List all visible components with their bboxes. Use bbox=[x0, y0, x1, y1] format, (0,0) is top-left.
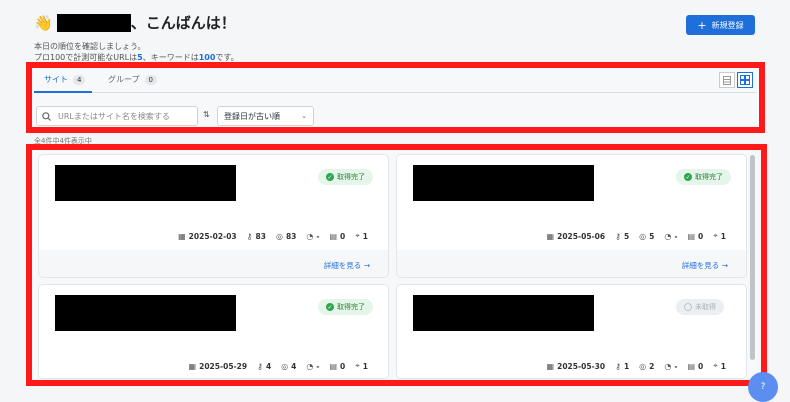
intro-line-1: 本日の順位を確認しましょう。 bbox=[34, 42, 146, 51]
greeting: 👋 、こんばんは！ bbox=[34, 12, 236, 33]
highlight-filter-area bbox=[26, 62, 765, 133]
greeting-text: 、こんばんは！ bbox=[130, 14, 236, 32]
keyword-limit: 100 bbox=[198, 53, 216, 62]
wave-icon: 👋 bbox=[34, 13, 53, 32]
help-fab-button[interactable]: ? bbox=[748, 372, 778, 402]
new-registration-button[interactable]: + 新規登録 bbox=[686, 15, 755, 35]
user-name-redacted bbox=[56, 13, 131, 32]
plus-icon: + bbox=[697, 18, 707, 32]
help-icon: ? bbox=[760, 382, 766, 392]
highlight-cards-area bbox=[26, 144, 767, 386]
